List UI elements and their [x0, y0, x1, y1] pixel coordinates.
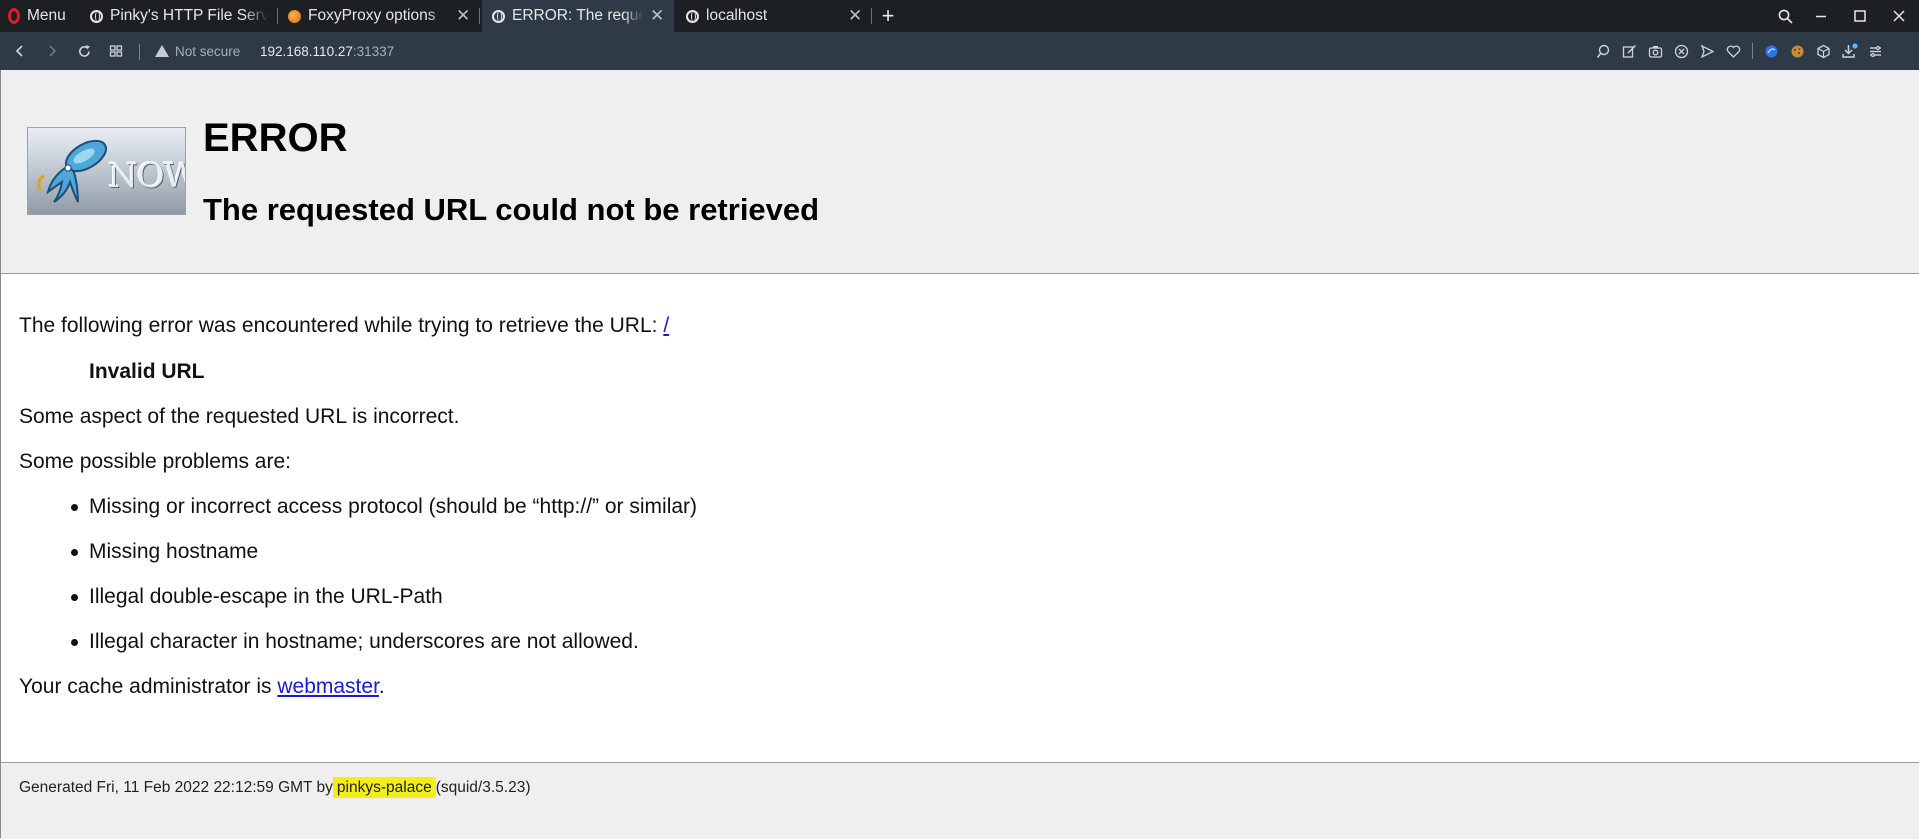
back-button[interactable]	[8, 32, 32, 70]
cookie-icon[interactable]	[1784, 32, 1810, 70]
download-icon[interactable]	[1836, 32, 1862, 70]
toolbar-right-icons	[1590, 32, 1888, 70]
heart-icon[interactable]	[1720, 32, 1746, 70]
footer-version: (squid/3.5.23)	[435, 779, 531, 796]
admin-prefix: Your cache administrator is	[19, 675, 278, 698]
new-tab-button[interactable]: +	[878, 0, 898, 32]
footer-generated: Generated Fri, 11 Feb 2022 22:12:59 GMT …	[19, 779, 333, 796]
tab-foxyproxy-options[interactable]: FoxyProxy options ✕	[278, 0, 480, 32]
footer-text: Generated Fri, 11 Feb 2022 22:12:59 GMT …	[19, 777, 531, 798]
close-tab-icon[interactable]: ✕	[650, 6, 664, 26]
camera-icon[interactable]	[1642, 32, 1668, 70]
tab-pinkys-file-server[interactable]: Pinky's HTTP File Server	[80, 0, 278, 32]
page-title: ERROR	[203, 116, 348, 160]
tab-search-icon[interactable]	[1775, 0, 1795, 32]
intro-text: The following error was encountered whil…	[19, 314, 669, 338]
error-footer: Generated Fri, 11 Feb 2022 22:12:59 GMT …	[1, 762, 1919, 839]
maximize-window-button[interactable]	[1845, 0, 1875, 32]
requested-url-link[interactable]: /	[663, 314, 669, 337]
warning-icon	[155, 45, 169, 57]
menu-label: Menu	[27, 7, 66, 24]
admin-suffix: .	[378, 675, 385, 698]
address-toolbar: Not secure 192.168.110.27:31337	[0, 32, 1919, 70]
foxyproxy-icon	[288, 9, 301, 23]
close-tab-icon[interactable]: ✕	[848, 6, 862, 26]
logo-text: NOW	[108, 156, 185, 196]
error-name: Invalid URL	[89, 360, 205, 383]
tab-separator	[871, 8, 872, 24]
intro-label: The following error was encountered whil…	[19, 314, 664, 337]
easy-setup-icon[interactable]	[1862, 32, 1888, 70]
edit-icon[interactable]	[1616, 32, 1642, 70]
box-icon[interactable]	[1810, 32, 1836, 70]
not-secure-label: Not secure	[175, 43, 241, 59]
reload-button[interactable]	[72, 32, 96, 70]
error-header: NOW ERROR The requested URL could not be…	[1, 70, 1919, 274]
page-subtitle: The requested URL could not be retrieved	[203, 192, 820, 227]
admin-text: Your cache administrator is webmaster.	[19, 675, 385, 699]
globe-icon	[492, 9, 505, 23]
tab-grid-icon[interactable]	[104, 32, 128, 70]
squid-icon	[37, 139, 107, 203]
minimize-window-button[interactable]	[1806, 0, 1836, 32]
url-host: 192.168.110.27	[260, 43, 353, 59]
tab-title: FoxyProxy options	[308, 7, 436, 24]
problem-item: Illegal character in hostname; underscor…	[71, 630, 639, 653]
error-description: Some aspect of the requested URL is inco…	[19, 405, 460, 428]
page-viewport: NOW ERROR The requested URL could not be…	[0, 70, 1919, 839]
url-port: :31337	[352, 43, 395, 59]
problem-item: Missing hostname	[70, 540, 259, 563]
squid-now-logo: NOW	[27, 127, 186, 215]
toolbar-separator	[1746, 32, 1758, 70]
problem-item: Missing or incorrect access protocol (sh…	[70, 495, 698, 518]
opera-menu-button[interactable]: Menu	[8, 0, 66, 32]
tab-localhost[interactable]: localhost ✕	[676, 0, 872, 32]
footer-hostname: pinkys-palace	[332, 777, 436, 798]
globe-icon	[90, 9, 103, 23]
opera-logo-icon	[8, 8, 20, 24]
zoom-icon[interactable]	[1590, 32, 1616, 70]
forward-button[interactable]	[40, 32, 64, 70]
webmaster-link[interactable]: webmaster	[277, 675, 379, 698]
globe-icon	[686, 9, 699, 23]
tab-bar: Menu Pinky's HTTP File Server FoxyProxy …	[0, 0, 1919, 32]
extension-blue-icon[interactable]	[1758, 32, 1784, 70]
send-icon[interactable]	[1694, 32, 1720, 70]
tab-separator	[479, 8, 480, 24]
close-tab-icon[interactable]: ✕	[456, 6, 470, 26]
tab-title: Pinky's HTTP File Server	[110, 7, 268, 24]
problems-intro: Some possible problems are:	[19, 450, 291, 473]
block-icon[interactable]	[1668, 32, 1694, 70]
tab-title: localhost	[706, 7, 768, 24]
problem-item: Illegal double-escape in the URL-Path	[71, 585, 443, 608]
address-field[interactable]: 192.168.110.27:31337	[260, 32, 394, 70]
tab-title: ERROR: The requested URL could not be re…	[512, 7, 643, 24]
security-indicator[interactable]: Not secure	[155, 32, 240, 70]
toolbar-separator	[139, 44, 140, 60]
close-window-button[interactable]	[1884, 0, 1914, 32]
tab-error-page[interactable]: ERROR: The requested URL could not be re…	[482, 0, 674, 32]
